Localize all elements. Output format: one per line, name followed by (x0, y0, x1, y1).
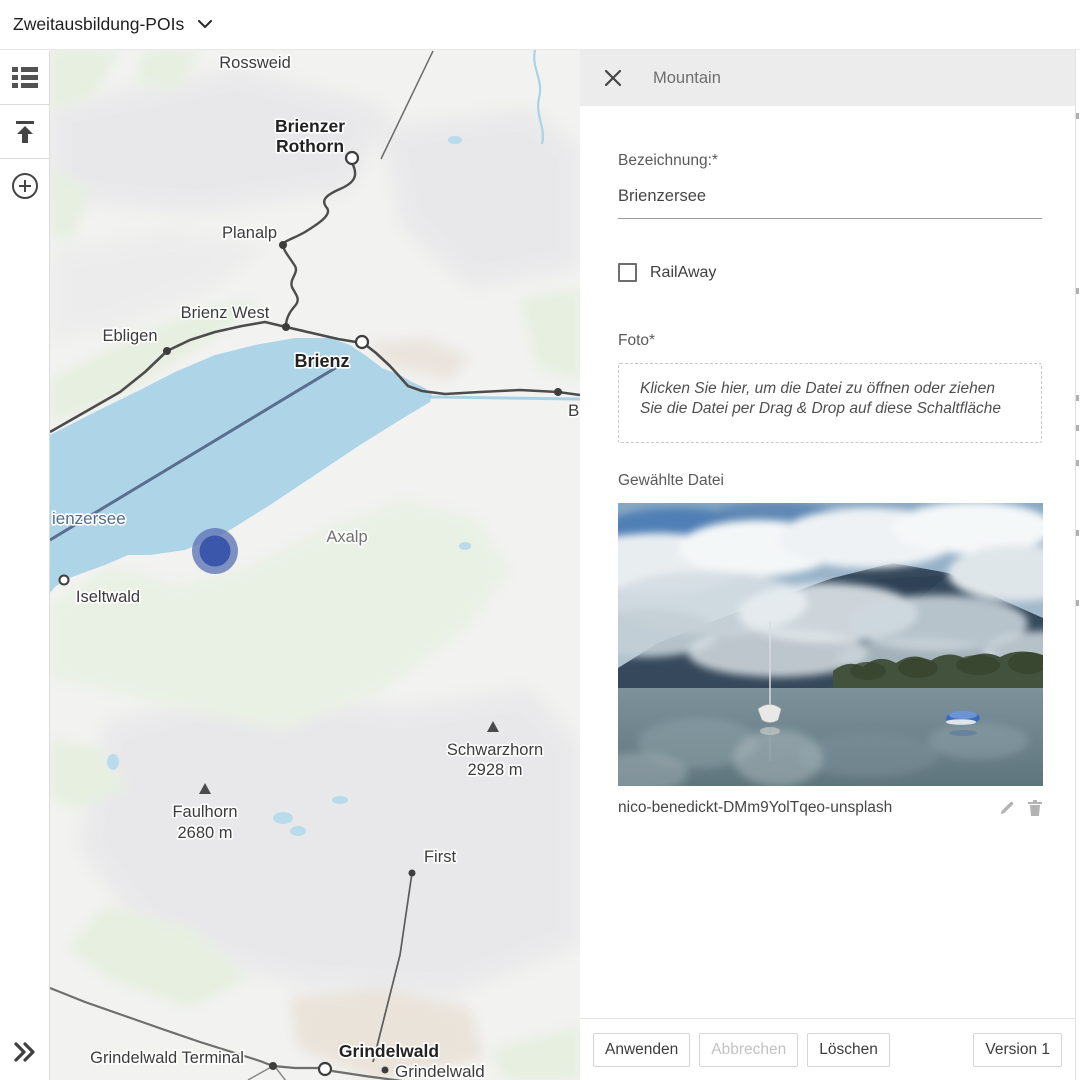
edge-mark (1076, 395, 1079, 401)
file-name: nico-benedickt-DMm9YolTqeo-unsplash (618, 799, 892, 817)
tool-sidebar (0, 51, 50, 1080)
top-bar: Zweitausbildung-POIs (0, 0, 1080, 50)
right-edge-scrollbar[interactable] (1075, 50, 1080, 1080)
edge-mark (1076, 113, 1079, 119)
plus-circle-icon (11, 172, 39, 200)
double-chevron-right-icon (14, 1042, 36, 1062)
peak-label: Schwarzhorn (447, 741, 543, 759)
poi-detail-panel: Mountain Bezeichnung:* Brienzersee RailA… (580, 50, 1080, 1080)
foto-label: Foto* (618, 332, 1042, 350)
panel-header: Mountain (580, 50, 1080, 106)
trash-icon (1028, 800, 1042, 816)
map-canvas[interactable]: Rossweid Brienzer Rothorn Planalp Brienz… (50, 50, 580, 1080)
map-label: Iseltwald (76, 588, 140, 606)
map-label: Grindelwald (339, 1041, 439, 1061)
cancel-button[interactable]: Abbrechen (699, 1033, 798, 1067)
map-label: First (424, 848, 456, 866)
map-label: B (568, 401, 579, 420)
peak-label: Faulhorn (172, 803, 237, 821)
pencil-icon (999, 800, 1015, 816)
map-label: Brienzer (275, 116, 345, 136)
lake-label: ienzersee (52, 509, 126, 528)
railaway-label: RailAway (650, 264, 716, 282)
version-button[interactable]: Version 1 (973, 1033, 1062, 1067)
panel-footer: Anwenden Abbrechen Löschen Version 1 (580, 1018, 1075, 1080)
edge-mark (1076, 600, 1079, 606)
apply-button[interactable]: Anwenden (593, 1033, 690, 1067)
bezeichnung-label: Bezeichnung:* (618, 152, 1042, 170)
river-aare (428, 397, 580, 399)
add-poi-button[interactable] (0, 159, 50, 213)
edge-mark (1076, 460, 1079, 466)
list-icon (12, 67, 38, 88)
panel-title: Mountain (653, 69, 721, 88)
edit-file-button[interactable] (999, 800, 1015, 816)
map-label: Axalp (326, 528, 367, 546)
bezeichnung-input[interactable]: Brienzersee (618, 187, 1042, 219)
panel-body: Bezeichnung:* Brienzersee RailAway Foto*… (580, 106, 1080, 1018)
railaway-checkbox[interactable] (618, 263, 637, 282)
chevron-down-icon[interactable] (198, 20, 212, 29)
map-label: Grindelwald (395, 1062, 485, 1080)
map-label: Rossweid (219, 54, 291, 72)
map-label: Brienz West (181, 304, 270, 322)
edge-mark (1076, 425, 1079, 431)
file-dropzone[interactable]: Klicken Sie hier, um die Datei zu öffnen… (618, 363, 1042, 443)
photo-preview (618, 503, 1043, 786)
delete-button[interactable]: Löschen (807, 1033, 890, 1067)
map-label: Grindelwald Terminal (90, 1049, 244, 1067)
selected-file-row: nico-benedickt-DMm9YolTqeo-unsplash (618, 799, 1042, 817)
upload-button[interactable] (0, 105, 50, 159)
selected-file-label: Gewählte Datei (618, 472, 1042, 490)
map-label: Ebligen (102, 327, 157, 345)
peak-elevation-label: 2928 m (467, 761, 522, 779)
map-label: Rothorn (276, 136, 344, 156)
layer-selector-label[interactable]: Zweitausbildung-POIs (13, 14, 184, 35)
edge-mark (1076, 530, 1079, 536)
peak-elevation-label: 2680 m (177, 824, 232, 842)
map-label: Planalp (222, 224, 277, 242)
poi-marker[interactable] (192, 528, 238, 574)
expand-sidebar-button[interactable] (0, 1032, 50, 1072)
edge-mark (1076, 288, 1079, 294)
close-icon (604, 69, 622, 87)
close-panel-button[interactable] (602, 67, 624, 89)
delete-file-button[interactable] (1028, 800, 1042, 816)
map-svg: Rossweid Brienzer Rothorn Planalp Brienz… (50, 50, 580, 1080)
map-label: Brienz (294, 351, 349, 371)
layer-list-button[interactable] (0, 51, 50, 105)
upload-icon (13, 121, 37, 143)
railaway-row: RailAway (618, 263, 1042, 282)
